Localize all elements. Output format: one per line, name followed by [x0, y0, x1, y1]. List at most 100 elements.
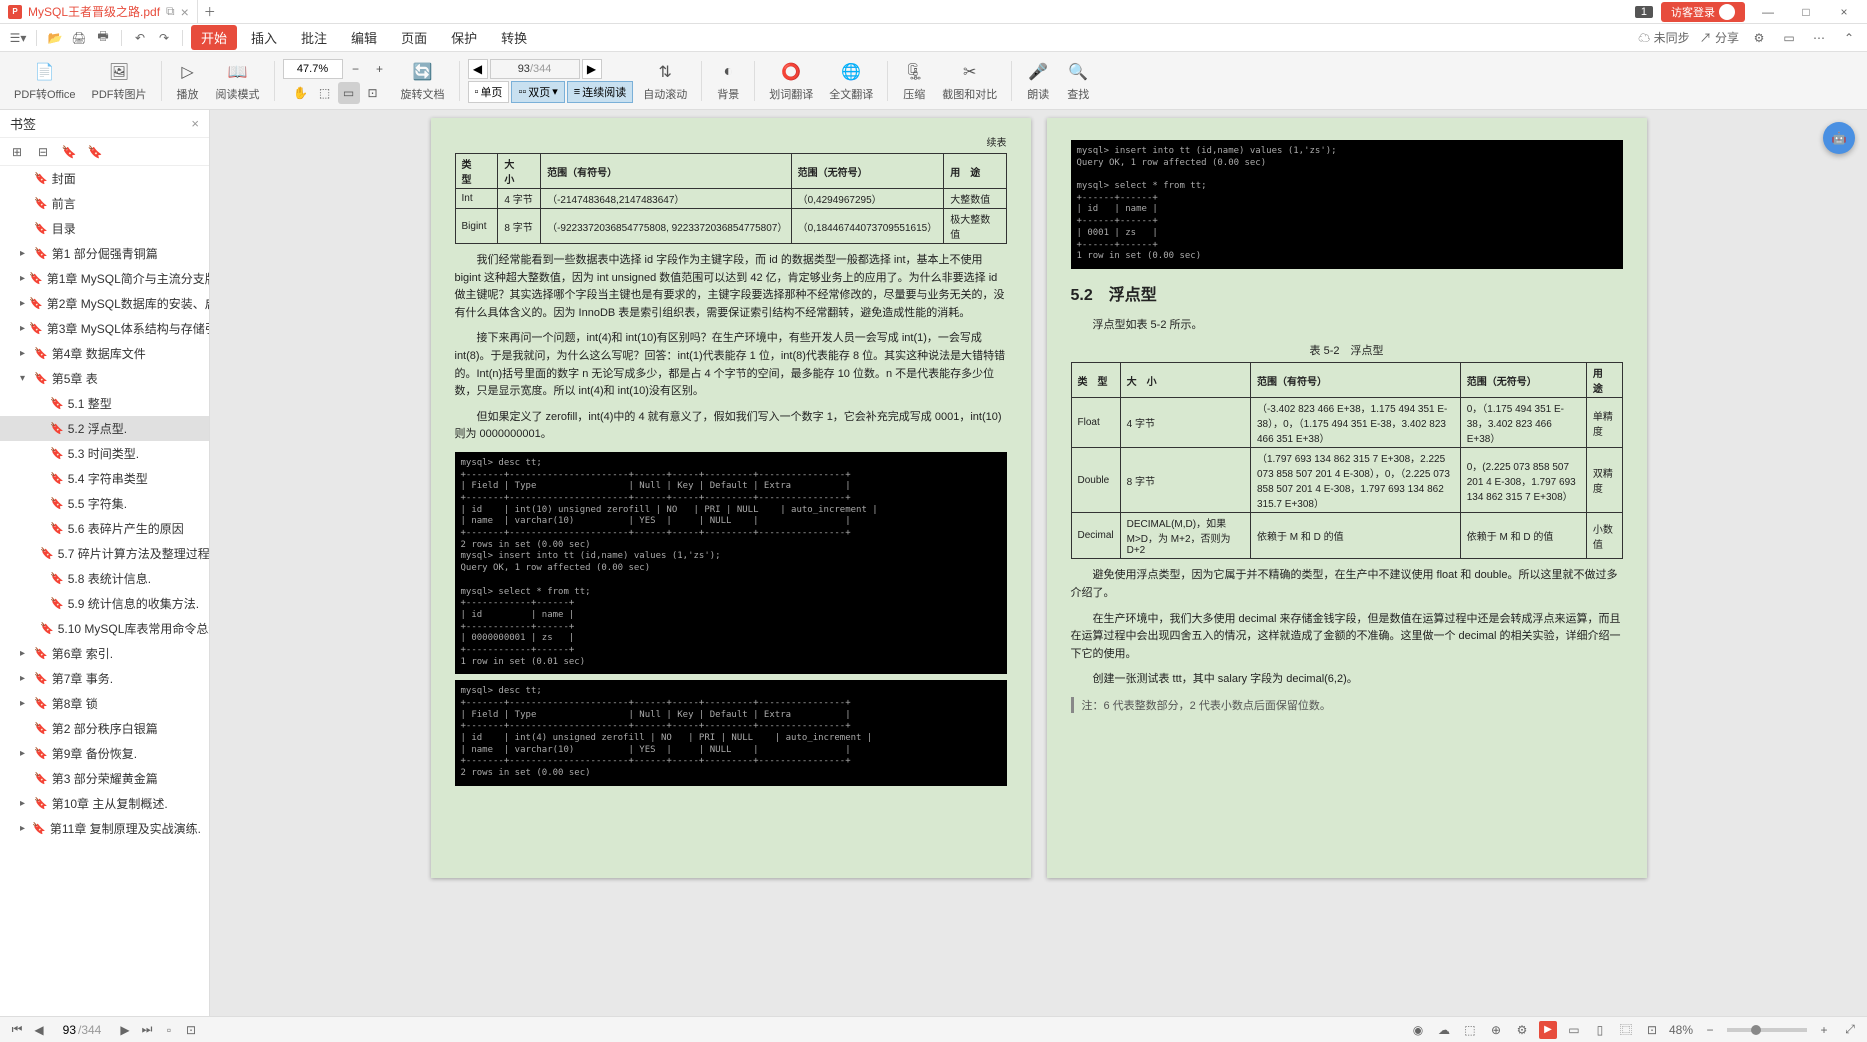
tool-pdf2office[interactable]: 📄 PDF转Office	[8, 60, 82, 102]
menu-annotate[interactable]: 批注	[291, 25, 337, 50]
bookmark-item[interactable]: ▸🔖第6章 索引.	[0, 641, 209, 666]
bookmark-item[interactable]: 🔖第2 部分秩序白银篇	[0, 716, 209, 741]
bookmark-item[interactable]: 🔖5.8 表统计信息.	[0, 566, 209, 591]
bookmark-item[interactable]: ▸🔖第8章 锁	[0, 691, 209, 716]
bookmark-item[interactable]: ▸🔖第3章 MySQL体系结构与存储引擎	[0, 316, 209, 341]
status-tool-2-icon[interactable]: ☁	[1435, 1021, 1453, 1039]
tool-full-translate[interactable]: 🌐 全文翻译	[823, 60, 879, 102]
tab-close-icon[interactable]: ×	[181, 4, 189, 20]
prev-page-icon[interactable]: ◀	[30, 1021, 48, 1039]
tool-read-aloud[interactable]: 🎤 朗读	[1020, 60, 1056, 102]
bookmark-item[interactable]: ▾🔖第5章 表	[0, 366, 209, 391]
bookmark-options-icon[interactable]: 🔖	[86, 143, 104, 161]
bookmark-item[interactable]: ▸🔖第7章 事务.	[0, 666, 209, 691]
menu-dropdown-icon[interactable]: ☰▾	[8, 28, 28, 48]
last-page-icon[interactable]: ⏭	[138, 1021, 156, 1039]
tool-scribble-translate[interactable]: ⭕ 划词翻译	[763, 60, 819, 102]
bookmark-item[interactable]: 🔖目录	[0, 216, 209, 241]
document-tab[interactable]: P MySQL王者晋级之路.pdf ⧉ ×	[0, 0, 198, 24]
bookmark-item[interactable]: 🔖5.2 浮点型.	[0, 416, 209, 441]
first-page-icon[interactable]: ⏮	[8, 1021, 26, 1039]
status-zoom-value[interactable]: 48%	[1669, 1023, 1693, 1037]
fullscreen-icon[interactable]: ⤢	[1841, 1021, 1859, 1039]
print-icon[interactable]: 🖶	[93, 28, 113, 48]
more-icon[interactable]: ⋯	[1809, 28, 1829, 48]
menu-page[interactable]: 页面	[391, 25, 437, 50]
share-button[interactable]: ↗ 分享	[1700, 29, 1739, 46]
menu-start[interactable]: 开始	[191, 25, 237, 50]
status-tool-3-icon[interactable]: ⬚	[1461, 1021, 1479, 1039]
view-mode-1-icon[interactable]: ▫	[160, 1021, 178, 1039]
new-tab-button[interactable]: ＋	[198, 3, 222, 20]
tab-pin-icon[interactable]: ⧉	[166, 4, 175, 19]
tool-rotate[interactable]: 🔄 旋转文档	[395, 60, 451, 102]
zoom-in-status-icon[interactable]: +	[1815, 1021, 1833, 1039]
continuous-button[interactable]: ≡ 连续阅读	[567, 81, 633, 103]
tool-search[interactable]: 🔍 查找	[1060, 60, 1096, 102]
status-layout-1-icon[interactable]: ▭	[1565, 1021, 1583, 1039]
bookmark-item[interactable]: ▸🔖第9章 备份恢复.	[0, 741, 209, 766]
collapse-ribbon-icon[interactable]: ⌃	[1839, 28, 1859, 48]
save-icon[interactable]: 🖨	[69, 28, 89, 48]
assistant-float-button[interactable]: 🤖	[1823, 122, 1855, 154]
zoom-slider[interactable]	[1727, 1028, 1807, 1032]
page-number-input[interactable]: 93/344	[490, 59, 580, 79]
bookmark-item[interactable]: 🔖5.7 碎片计算方法及整理过程.	[0, 541, 209, 566]
double-page-button[interactable]: ▫▫ 双页▾	[511, 81, 564, 103]
bookmark-item[interactable]: 🔖5.6 表碎片产生的原因	[0, 516, 209, 541]
guest-login-button[interactable]: 访客登录	[1661, 2, 1745, 22]
status-layout-3-icon[interactable]: ⿴	[1617, 1021, 1635, 1039]
bookmark-item[interactable]: ▸🔖第1 部分倔强青铜篇	[0, 241, 209, 266]
status-tool-1-icon[interactable]: ◉	[1409, 1021, 1427, 1039]
expand-all-icon[interactable]: ⊞	[8, 143, 26, 161]
document-viewport[interactable]: 续表 类 型大 小范围（有符号）范围（无符号）用 途Int4 字节（-21474…	[210, 110, 1867, 1016]
status-page-input[interactable]: 93/344	[52, 1023, 112, 1037]
zoom-in-icon[interactable]: +	[369, 58, 391, 80]
tool-crop[interactable]: ✂ 截图和对比	[936, 60, 1003, 102]
bookmark-item[interactable]: 🔖5.3 时间类型.	[0, 441, 209, 466]
bookmark-item[interactable]: 🔖5.4 字符串类型	[0, 466, 209, 491]
status-play-icon[interactable]: ▶	[1539, 1021, 1557, 1039]
fit-width-icon[interactable]: ▭	[338, 82, 360, 104]
view-mode-2-icon[interactable]: ⊡	[182, 1021, 200, 1039]
bookmark-item[interactable]: 🔖5.10 MySQL库表常用命令总结	[0, 616, 209, 641]
menu-edit[interactable]: 编辑	[341, 25, 387, 50]
bookmark-item[interactable]: 🔖前言	[0, 191, 209, 216]
bookmark-item[interactable]: 🔖5.1 整型	[0, 391, 209, 416]
sidebar-close-icon[interactable]: ×	[191, 116, 199, 131]
skin-icon[interactable]: ▭	[1779, 28, 1799, 48]
sync-status[interactable]: ☁ 未同步	[1638, 29, 1689, 46]
open-icon[interactable]: 📂	[45, 28, 65, 48]
zoom-input[interactable]	[283, 59, 343, 79]
status-tool-5-icon[interactable]: ⚙	[1513, 1021, 1531, 1039]
add-bookmark-icon[interactable]: 🔖	[60, 143, 78, 161]
menu-insert[interactable]: 插入	[241, 25, 287, 50]
bookmark-item[interactable]: 🔖封面	[0, 166, 209, 191]
close-button[interactable]: ×	[1829, 5, 1859, 19]
fit-page-icon[interactable]: ⊡	[362, 82, 384, 104]
zoom-out-icon[interactable]: −	[345, 58, 367, 80]
select-tool-icon[interactable]: ⬚	[314, 82, 336, 104]
notification-badge[interactable]: 1	[1635, 6, 1653, 18]
status-layout-4-icon[interactable]: ⊡	[1643, 1021, 1661, 1039]
zoom-out-status-icon[interactable]: −	[1701, 1021, 1719, 1039]
prev-page-button[interactable]: ◀	[468, 59, 488, 79]
bookmark-item[interactable]: 🔖5.5 字符集.	[0, 491, 209, 516]
menu-protect[interactable]: 保护	[441, 25, 487, 50]
bookmark-item[interactable]: 🔖第3 部分荣耀黄金篇	[0, 766, 209, 791]
tool-background[interactable]: ◐ 背景	[710, 60, 746, 102]
bookmark-item[interactable]: ▸🔖第10章 主从复制概述.	[0, 791, 209, 816]
next-page-button[interactable]: ▶	[582, 59, 602, 79]
tool-play[interactable]: ▷ 播放	[170, 60, 206, 102]
bookmark-item[interactable]: ▸🔖第1章 MySQL简介与主流分支版本.	[0, 266, 209, 291]
maximize-button[interactable]: □	[1791, 5, 1821, 19]
status-layout-2-icon[interactable]: ▯	[1591, 1021, 1609, 1039]
bookmark-item[interactable]: ▸🔖第2章 MySQL数据库的安装、启动和关闭	[0, 291, 209, 316]
tool-readmode[interactable]: 📖 阅读模式	[210, 60, 266, 102]
minimize-button[interactable]: —	[1753, 5, 1783, 19]
bookmark-item[interactable]: ▸🔖第11章 复制原理及实战演练.	[0, 816, 209, 841]
bookmark-item[interactable]: ▸🔖第4章 数据库文件	[0, 341, 209, 366]
tool-pdf2img[interactable]: 🖼 PDF转图片	[86, 60, 153, 102]
undo-icon[interactable]: ↶	[130, 28, 150, 48]
settings-icon[interactable]: ⚙	[1749, 28, 1769, 48]
